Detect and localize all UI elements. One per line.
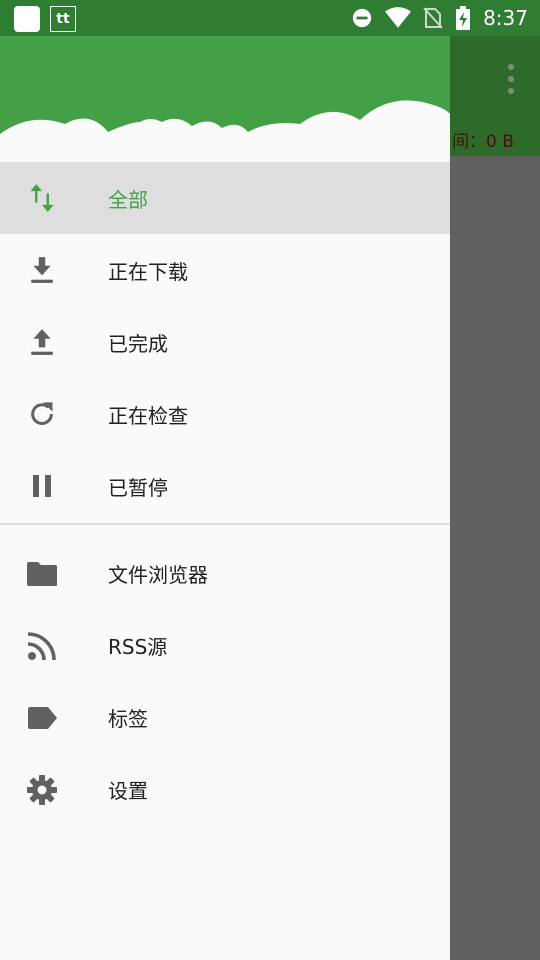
label-icon: [24, 700, 60, 736]
link-menu: 文件浏览器 RSS源 标签 设置: [0, 538, 450, 826]
wifi-icon: [385, 7, 412, 28]
drawer-item-checking[interactable]: 正在检查: [0, 378, 450, 450]
navigation-drawer: 全部 正在下载 已完成 正在检查 已暂停 文件浏览器 RSS源 标签 设置: [0, 36, 450, 960]
no-sim-icon: [423, 7, 443, 29]
swap-vert-icon: [24, 180, 60, 216]
folder-icon: [24, 556, 60, 592]
drawer-item-label: 已暂停: [108, 475, 168, 500]
tt-app-icon: tt: [50, 6, 76, 32]
drawer-item-paused[interactable]: 已暂停: [0, 450, 450, 522]
drawer-item-rss[interactable]: RSS源: [0, 610, 450, 682]
drawer-header: [0, 36, 450, 162]
upload-icon: [24, 324, 60, 360]
drawer-item-tags[interactable]: 标签: [0, 682, 450, 754]
drawer-item-label: 全部: [108, 187, 148, 212]
drawer-item-label: 正在下载: [108, 259, 188, 284]
refresh-icon: [24, 396, 60, 432]
drawer-item-label: 设置: [108, 779, 148, 803]
drawer-item-label: 正在检查: [108, 403, 188, 428]
free-space-text: 间：0 B: [452, 132, 514, 152]
app-square-icon: [14, 6, 40, 32]
settings-icon: [24, 772, 60, 808]
drawer-item-settings[interactable]: 设置: [0, 754, 450, 826]
drawer-item-label: RSS源: [108, 635, 168, 659]
drawer-item-label: 标签: [108, 707, 148, 731]
drawer-item-all[interactable]: 全部: [0, 162, 450, 234]
more-vert-icon[interactable]: [508, 64, 514, 94]
drawer-item-label: 文件浏览器: [108, 563, 208, 587]
status-bar: tt 8:37: [0, 0, 540, 36]
drawer-item-label: 已完成: [108, 331, 168, 356]
battery-charging-icon: [456, 6, 471, 30]
drawer-item-completed[interactable]: 已完成: [0, 306, 450, 378]
filter-menu: 全部 正在下载 已完成 正在检查 已暂停: [0, 162, 450, 522]
status-time: 8:37: [483, 6, 528, 30]
drawer-item-file-browser[interactable]: 文件浏览器: [0, 538, 450, 610]
rss-icon: [24, 628, 60, 664]
pause-icon: [24, 468, 60, 504]
dnd-icon: [352, 8, 372, 28]
drawer-item-downloading[interactable]: 正在下载: [0, 234, 450, 306]
clouds-decoration: [0, 100, 450, 162]
download-icon: [24, 252, 60, 288]
